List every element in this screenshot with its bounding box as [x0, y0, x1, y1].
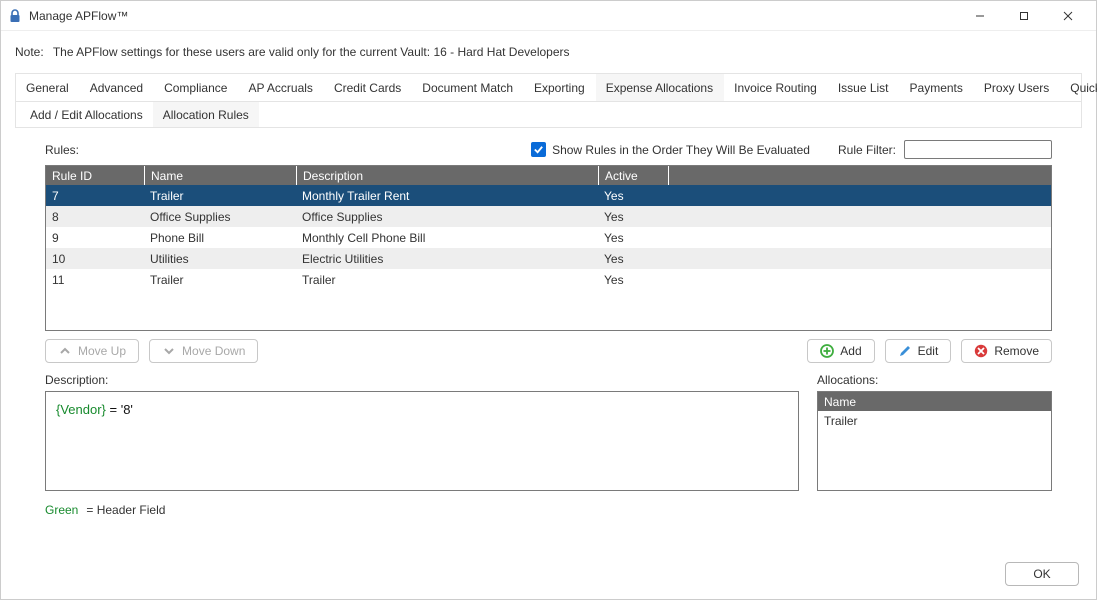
tab-quick-notes[interactable]: Quick Notes — [1060, 74, 1097, 101]
cell: 9 — [46, 231, 144, 245]
cell: Yes — [598, 210, 668, 224]
plus-circle-icon — [820, 344, 834, 358]
lock-icon — [7, 8, 23, 24]
ok-button[interactable]: OK — [1005, 562, 1079, 586]
legend-green: Green — [45, 503, 78, 517]
tab-ap-accruals[interactable]: AP Accruals — [238, 74, 323, 101]
table-row[interactable]: 7TrailerMonthly Trailer RentYes — [46, 185, 1051, 206]
window-title: Manage APFlow™ — [29, 9, 128, 23]
cell: 11 — [46, 273, 144, 287]
edit-label: Edit — [918, 344, 939, 358]
move-up-label: Move Up — [78, 344, 126, 358]
tab-document-match[interactable]: Document Match — [412, 74, 524, 101]
rule-filter-input[interactable] — [904, 140, 1052, 159]
edit-button[interactable]: Edit — [885, 339, 952, 363]
show-order-checkbox[interactable] — [531, 142, 546, 157]
description-variable: {Vendor} — [56, 402, 106, 417]
ok-label: OK — [1033, 567, 1050, 581]
cell: Trailer — [144, 273, 296, 287]
table-row[interactable]: 10UtilitiesElectric UtilitiesYes — [46, 248, 1051, 269]
tab-advanced[interactable]: Advanced — [80, 74, 154, 101]
remove-label: Remove — [994, 344, 1039, 358]
col-spacer — [668, 166, 1051, 185]
col-active[interactable]: Active — [598, 166, 668, 185]
cell: 8 — [46, 210, 144, 224]
chevron-up-icon — [58, 344, 72, 358]
cell: Trailer — [296, 273, 598, 287]
note-text: The APFlow settings for these users are … — [53, 45, 570, 59]
vault-note: Note: The APFlow settings for these user… — [15, 45, 1082, 59]
cell: Yes — [598, 273, 668, 287]
chevron-down-icon — [162, 344, 176, 358]
tab-general[interactable]: General — [16, 74, 80, 101]
tab-exporting[interactable]: Exporting — [524, 74, 596, 101]
note-label: Note: — [15, 45, 44, 59]
table-row[interactable]: 11TrailerTrailerYes — [46, 269, 1051, 290]
cell: Yes — [598, 231, 668, 245]
col-rule-id[interactable]: Rule ID — [46, 166, 144, 185]
list-item[interactable]: Trailer — [818, 411, 1051, 431]
move-down-button[interactable]: Move Down — [149, 339, 258, 363]
legend-text: = Header Field — [86, 503, 165, 517]
rule-filter-label: Rule Filter: — [838, 143, 896, 157]
cell: Utilities — [144, 252, 296, 266]
show-order-label: Show Rules in the Order They Will Be Eva… — [552, 143, 810, 157]
cell: Trailer — [144, 189, 296, 203]
cell: Yes — [598, 189, 668, 203]
sub-tabs: Add / Edit AllocationsAllocation Rules — [16, 102, 1081, 128]
tab-credit-cards[interactable]: Credit Cards — [324, 74, 412, 101]
cell: Office Supplies — [144, 210, 296, 224]
remove-button[interactable]: Remove — [961, 339, 1052, 363]
cell: 10 — [46, 252, 144, 266]
move-down-label: Move Down — [182, 344, 245, 358]
allocations-grid: Name Trailer — [817, 391, 1052, 491]
table-row[interactable]: 9Phone BillMonthly Cell Phone BillYes — [46, 227, 1051, 248]
minimize-button[interactable] — [958, 2, 1002, 30]
titlebar: Manage APFlow™ — [1, 1, 1096, 31]
pencil-icon — [898, 344, 912, 358]
alloc-col-name[interactable]: Name — [818, 392, 1051, 411]
tab-proxy-users[interactable]: Proxy Users — [974, 74, 1060, 101]
add-button[interactable]: Add — [807, 339, 874, 363]
cell: Office Supplies — [296, 210, 598, 224]
col-description[interactable]: Description — [296, 166, 598, 185]
tab-compliance[interactable]: Compliance — [154, 74, 238, 101]
rules-label: Rules: — [45, 143, 79, 157]
cell: Electric Utilities — [296, 252, 598, 266]
table-row[interactable]: 8Office SuppliesOffice SuppliesYes — [46, 206, 1051, 227]
subtab-add-edit-allocations[interactable]: Add / Edit Allocations — [20, 102, 153, 127]
remove-circle-icon — [974, 344, 988, 358]
subtab-allocation-rules[interactable]: Allocation Rules — [153, 102, 259, 127]
maximize-button[interactable] — [1002, 2, 1046, 30]
description-rest: = '8' — [106, 402, 133, 417]
cell: Monthly Trailer Rent — [296, 189, 598, 203]
cell: 7 — [46, 189, 144, 203]
tab-payments[interactable]: Payments — [900, 74, 974, 101]
tab-invoice-routing[interactable]: Invoice Routing — [724, 74, 828, 101]
legend: Green = Header Field — [45, 503, 1052, 517]
add-label: Add — [840, 344, 861, 358]
move-up-button[interactable]: Move Up — [45, 339, 139, 363]
close-button[interactable] — [1046, 2, 1090, 30]
tab-expense-allocations[interactable]: Expense Allocations — [596, 74, 724, 101]
allocations-label: Allocations: — [817, 373, 1052, 387]
cell: Phone Bill — [144, 231, 296, 245]
main-tabs: GeneralAdvancedComplianceAP AccrualsCred… — [16, 74, 1081, 102]
cell: Monthly Cell Phone Bill — [296, 231, 598, 245]
cell: Yes — [598, 252, 668, 266]
description-label: Description: — [45, 373, 799, 387]
tab-issue-list[interactable]: Issue List — [828, 74, 900, 101]
description-box: {Vendor} = '8' — [45, 391, 799, 491]
rules-grid: Rule ID Name Description Active 7Trailer… — [45, 165, 1052, 331]
col-name[interactable]: Name — [144, 166, 296, 185]
